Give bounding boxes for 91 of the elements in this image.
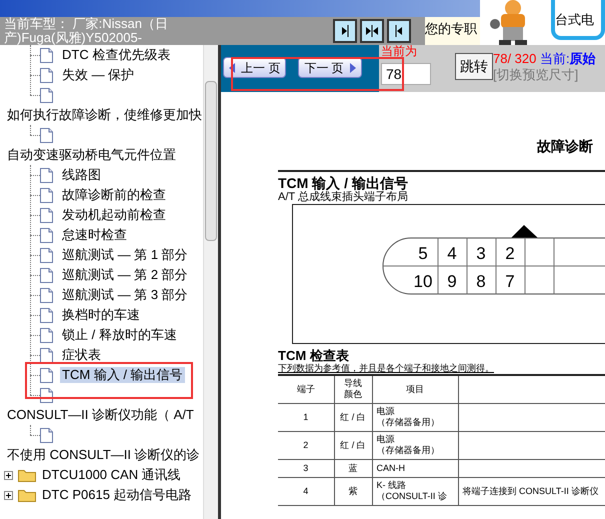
- arrow-right-icon: [339, 25, 351, 37]
- pin-number: 8: [476, 272, 486, 291]
- pin-number: 7: [505, 272, 515, 291]
- tree-item[interactable]: 巡航测试 — 第 3 部分: [60, 287, 190, 303]
- tree-folder[interactable]: DTC P0615 起动信号电路: [42, 485, 192, 505]
- pin-number: 2: [505, 244, 515, 263]
- document-icon: [40, 228, 53, 242]
- table-cell-text: 紫: [348, 486, 358, 496]
- tree-item[interactable]: 换档时的车速: [60, 307, 142, 323]
- promo-text: 您的专职: [425, 21, 477, 36]
- document-icon[interactable]: [40, 88, 53, 102]
- tree-heading[interactable]: 不使用 CONSULT—II 诊断仪的诊: [0, 445, 200, 465]
- table-title: TCM 检查表: [278, 348, 350, 363]
- split-left-button[interactable]: [387, 19, 411, 43]
- table-note: 下列数据为参考值，并且是各个端子和接地之间测得。: [278, 363, 495, 374]
- split-right-button[interactable]: [333, 19, 357, 43]
- pin-number: 4: [447, 244, 457, 263]
- tree-item[interactable]: 巡航测试 — 第 2 部分: [60, 267, 190, 283]
- table-cell-text: 蓝: [348, 462, 358, 474]
- document-icon: [40, 348, 53, 362]
- tree-item[interactable]: TCM 输入 / 输出信号: [60, 367, 185, 383]
- split-center-button[interactable]: [360, 19, 384, 43]
- car-model-text: 当前车型： 厂家:Nissan（日产)Fuga(风雅)Y502005-: [3, 17, 169, 45]
- pin-number: 3: [476, 244, 486, 263]
- tree-item[interactable]: 发动机起动前检查: [60, 207, 168, 223]
- mode-value: 原始: [570, 51, 596, 66]
- tree-heading[interactable]: CONSULT—II 诊断仪功能（ A/T: [0, 405, 194, 425]
- scrollbar-thumb[interactable]: [205, 81, 217, 241]
- column-header: 项目: [405, 384, 425, 395]
- table-cell-text: K- 线路: [376, 480, 408, 491]
- document-title: TCM 输入 / 输出信号: [278, 175, 409, 191]
- scrollbar[interactable]: [203, 45, 218, 519]
- table-cell-text: CAN-H: [376, 462, 406, 474]
- triangle-left-icon: [229, 62, 235, 72]
- expand-icon[interactable]: [4, 490, 13, 500]
- table-cell-text: （存储器备用）: [376, 445, 440, 456]
- pin-number: 5: [418, 244, 428, 263]
- table-cell-text: （存储器备用）: [376, 417, 440, 428]
- mode-label: 当前:: [540, 51, 570, 66]
- document-icon[interactable]: [40, 428, 53, 442]
- document-icon: [40, 208, 53, 222]
- table-cell-text: 电源: [376, 406, 396, 417]
- table-cell-text: 4: [302, 486, 310, 496]
- tree-heading[interactable]: 如何执行故障诊断，使维修更加快: [0, 105, 202, 125]
- tree-item[interactable]: 失效 — 保护: [60, 67, 136, 83]
- tree-item[interactable]: 线路图: [60, 167, 103, 183]
- expand-icon[interactable]: [4, 470, 13, 480]
- page-number-field[interactable]: 78: [381, 63, 431, 85]
- tree-item[interactable]: 巡航测试 — 第 1 部分: [60, 247, 190, 263]
- arrow-left-icon: [393, 25, 405, 37]
- document-icon: [40, 68, 53, 82]
- triangle-right-icon: [350, 62, 356, 72]
- table-cell-text: （CONSULT-II 诊: [376, 491, 448, 502]
- document-icon: [40, 308, 53, 322]
- tree-item[interactable]: 症状表: [60, 347, 103, 363]
- next-page-button[interactable]: 下一 页: [298, 57, 362, 78]
- arrows-inward-icon: [365, 25, 379, 37]
- table-cell-text: 电源: [376, 434, 396, 445]
- section-title: 故障诊断: [537, 137, 593, 156]
- folder-icon: [18, 468, 36, 482]
- table-cell-text: 红 / 白: [339, 440, 367, 450]
- document-subtitle: A/T 总成线束插头端子布局: [278, 191, 409, 204]
- pin-number: 10: [414, 272, 432, 291]
- tree-folder[interactable]: DTCU1000 CAN 通讯线: [42, 465, 181, 485]
- document-icon: [40, 168, 53, 182]
- tree-item[interactable]: 怠速时检查: [60, 227, 129, 243]
- tree-item[interactable]: DTC 检查优先级表: [60, 47, 172, 63]
- table-cell-text: 1: [302, 412, 310, 422]
- document-icon: [40, 268, 53, 282]
- pin-number: 9: [447, 272, 457, 291]
- document-icon[interactable]: [40, 128, 53, 142]
- table-cell-text: 2: [302, 440, 310, 450]
- column-header: 导线颜色: [344, 378, 362, 400]
- document-icon: [40, 48, 53, 62]
- document-icon: [40, 188, 53, 202]
- tree-item[interactable]: 故障诊断前的检查: [60, 187, 168, 203]
- column-header: 端子: [296, 384, 316, 395]
- document-icon: [40, 368, 53, 382]
- page-count: 78/ 320: [493, 51, 536, 66]
- tree-heading[interactable]: 自动变速驱动桥电气元件位置: [0, 145, 176, 165]
- table-cell-text: 将端子连接到 CONSULT-II 诊断仪: [462, 486, 600, 496]
- document-icon: [40, 328, 53, 342]
- ad-text: 台式电: [555, 12, 594, 27]
- tree-item[interactable]: 锁止 / 释放时的车速: [60, 327, 179, 343]
- current-page-label: 当前为: [381, 45, 418, 57]
- table-cell-text: 3: [302, 462, 310, 474]
- jump-button[interactable]: 跳转: [455, 53, 493, 80]
- document-icon: [40, 288, 53, 302]
- document-icon: [40, 248, 53, 262]
- table-cell-text: 红 / 白: [339, 412, 367, 422]
- folder-icon: [18, 488, 36, 502]
